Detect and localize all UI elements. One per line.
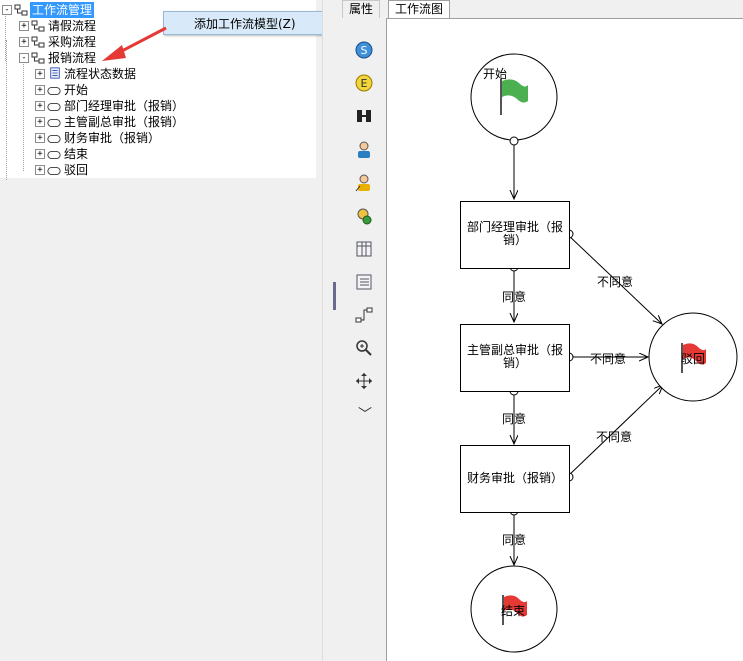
expand-icon[interactable]: + bbox=[35, 133, 45, 143]
task-label: 主管副总审批（报销） bbox=[466, 343, 563, 370]
zoom-icon[interactable] bbox=[354, 338, 374, 358]
task-finance[interactable]: 财务审批（报销） bbox=[460, 445, 570, 513]
expand-icon[interactable]: + bbox=[35, 101, 45, 111]
list-icon[interactable] bbox=[354, 272, 374, 292]
expand-icon[interactable]: + bbox=[35, 117, 45, 127]
toolbox: S E ﹀ bbox=[340, 18, 387, 660]
splitter-grip[interactable] bbox=[333, 282, 336, 310]
tree-item-label: 流程状态数据 bbox=[64, 67, 137, 81]
connector-icon[interactable] bbox=[354, 305, 374, 325]
user-task-icon[interactable] bbox=[354, 140, 374, 160]
workflow-canvas[interactable]: 部门经理审批（报销） 主管副总审批（报销） 财务审批（报销） 开始 结束 驳回 … bbox=[386, 18, 743, 661]
tree-line bbox=[23, 64, 24, 171]
edge-label-disagree: 不同意 bbox=[597, 275, 634, 289]
tree-item-label: 采购流程 bbox=[48, 35, 97, 49]
tree-item-label: 结束 bbox=[64, 147, 89, 161]
node-icon bbox=[47, 119, 61, 127]
tree-item-label: 主管副总审批（报销） bbox=[64, 115, 185, 129]
context-menu: 添加工作流模型(Z) bbox=[163, 11, 323, 35]
workflow-icon bbox=[31, 52, 45, 64]
tree-item-label: 财务审批（报销） bbox=[64, 131, 161, 145]
node-icon bbox=[47, 103, 61, 111]
handle[interactable] bbox=[509, 136, 519, 146]
tree-empty-area bbox=[0, 178, 322, 660]
node-icon bbox=[47, 87, 61, 95]
expand-icon[interactable]: + bbox=[35, 69, 45, 79]
workflow-folder-icon bbox=[14, 4, 28, 16]
expand-icon[interactable]: + bbox=[19, 21, 29, 31]
splitter[interactable] bbox=[322, 0, 339, 660]
tree-root-label[interactable]: 工作流管理 bbox=[30, 2, 95, 18]
start-label: 开始 bbox=[483, 67, 508, 81]
edge-label-agree: 同意 bbox=[502, 412, 527, 426]
tree-item-label: 部门经理审批（报销） bbox=[64, 99, 185, 113]
tree-item-label: 请假流程 bbox=[48, 19, 97, 33]
tree-line bbox=[6, 40, 7, 180]
expand-icon[interactable]: + bbox=[35, 149, 45, 159]
annotation-arrow-icon bbox=[102, 26, 167, 61]
add-workflow-model-menu-item[interactable]: 添加工作流模型(Z) bbox=[194, 15, 296, 32]
tree-item-label: 驳回 bbox=[64, 163, 89, 177]
fork-join-icon[interactable] bbox=[354, 106, 374, 126]
task-label: 部门经理审批（报销） bbox=[466, 220, 563, 247]
task-dept-manager[interactable]: 部门经理审批（报销） bbox=[460, 201, 570, 269]
tree-item-label: 开始 bbox=[64, 83, 89, 97]
tab-workflow-diagram[interactable]: 工作流图 bbox=[388, 0, 451, 18]
data-table-icon bbox=[50, 67, 60, 79]
task-label: 财务审批（报销） bbox=[466, 471, 563, 485]
grid-icon[interactable] bbox=[354, 239, 374, 259]
tab-properties[interactable]: 属性 bbox=[342, 0, 381, 18]
chevron-down-icon[interactable]: ﹀ bbox=[355, 404, 375, 424]
collapse-icon[interactable]: - bbox=[2, 5, 12, 15]
decision-icon[interactable] bbox=[354, 206, 374, 226]
tab-bar: 属性 工作流图 bbox=[340, 0, 743, 18]
expand-icon[interactable]: + bbox=[35, 165, 45, 175]
end-event-icon[interactable]: E bbox=[354, 73, 374, 93]
edge-label-disagree: 不同意 bbox=[590, 352, 627, 366]
node-icon bbox=[47, 167, 61, 175]
start-event-icon[interactable]: S bbox=[354, 40, 374, 60]
end-label: 结束 bbox=[501, 604, 526, 618]
collapse-icon[interactable]: - bbox=[19, 53, 29, 63]
end-event-letter: E bbox=[361, 77, 368, 90]
reject-label: 驳回 bbox=[681, 352, 706, 366]
tree-item-label: 报销流程 bbox=[48, 51, 97, 65]
expand-icon[interactable]: + bbox=[19, 37, 29, 47]
edge-label-agree: 同意 bbox=[502, 290, 527, 304]
node-icon bbox=[47, 151, 61, 159]
workflow-icon bbox=[31, 36, 45, 48]
workflow-icon bbox=[31, 20, 45, 32]
move-icon[interactable] bbox=[354, 371, 374, 391]
task-vp[interactable]: 主管副总审批（报销） bbox=[460, 324, 570, 392]
edge-label-agree: 同意 bbox=[502, 533, 527, 547]
edge-label-disagree: 不同意 bbox=[596, 430, 633, 444]
assign-task-icon[interactable] bbox=[354, 173, 374, 193]
start-event-letter: S bbox=[361, 44, 368, 57]
node-icon bbox=[47, 135, 61, 143]
expand-icon[interactable]: + bbox=[35, 85, 45, 95]
